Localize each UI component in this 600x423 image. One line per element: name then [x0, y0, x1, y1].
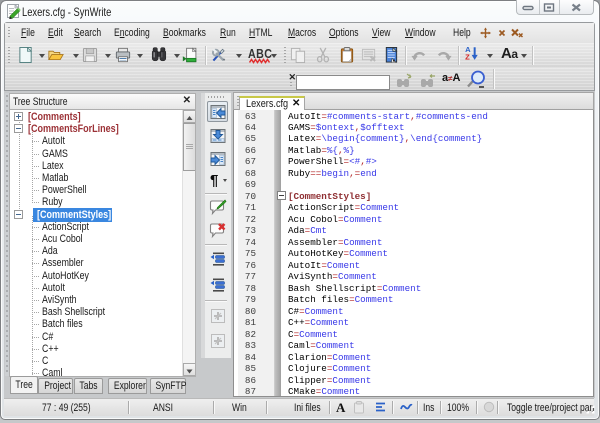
svg-text:Z: Z [465, 52, 470, 61]
